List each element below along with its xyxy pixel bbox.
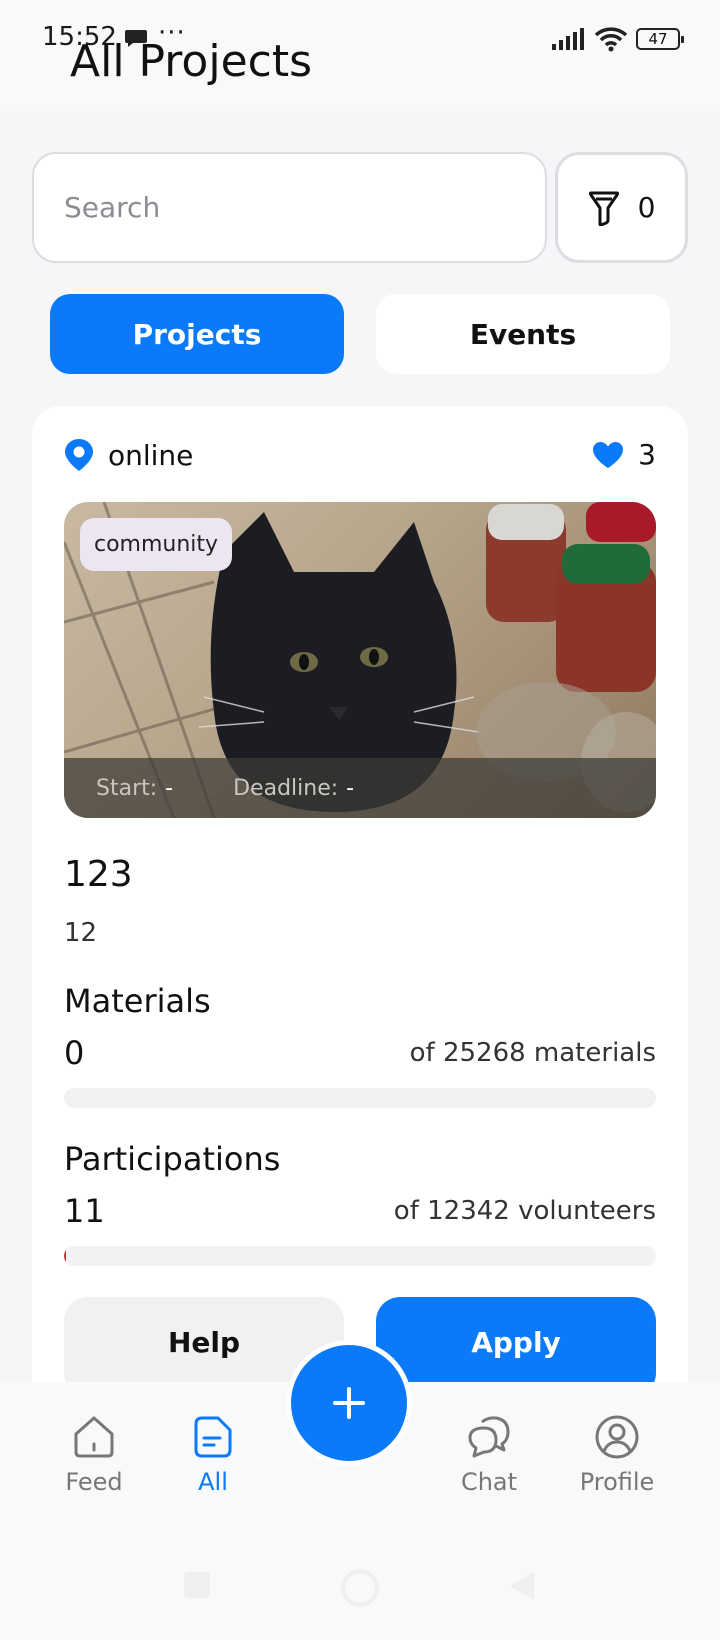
materials-total: of 25268 materials: [409, 1038, 656, 1068]
add-project-button[interactable]: [286, 1340, 412, 1466]
page-title: All Projects: [70, 36, 312, 87]
materials-heading: Materials: [64, 982, 211, 1020]
status-indicators: 47: [552, 26, 684, 52]
nav-chat-label: Chat: [460, 1468, 518, 1496]
like-button[interactable]: 3: [592, 438, 656, 471]
profile-icon: [595, 1415, 639, 1459]
like-count: 3: [638, 438, 656, 471]
home-icon: [74, 1416, 114, 1458]
project-title: 123: [64, 854, 133, 895]
filter-icon: [588, 191, 619, 226]
nav-feed-label: Feed: [65, 1468, 123, 1496]
deadline-date: Deadline: -: [233, 776, 354, 801]
document-icon: [194, 1416, 232, 1458]
materials-count: 0: [64, 1034, 85, 1072]
participations-total: of 12342 volunteers: [393, 1196, 656, 1226]
nav-all[interactable]: All: [153, 1414, 273, 1496]
location-label: online: [108, 438, 194, 472]
location-pin-icon: [65, 439, 93, 471]
search-placeholder: Search: [64, 191, 161, 224]
date-bar: Start: - Deadline: -: [64, 758, 656, 818]
plus-icon: [333, 1387, 365, 1419]
nav-profile[interactable]: Profile: [557, 1414, 677, 1496]
project-card[interactable]: online 3 community Start: - Deadline: - …: [32, 406, 688, 1406]
project-image[interactable]: community Start: - Deadline: -: [64, 502, 656, 818]
battery-level: 47: [648, 30, 668, 48]
start-label: Start:: [96, 775, 158, 801]
location-row: online: [64, 438, 193, 472]
back-button-icon[interactable]: [506, 1570, 538, 1602]
start-value: -: [165, 775, 174, 801]
project-description: 12: [64, 918, 98, 948]
participations-progress-bar: [64, 1246, 656, 1266]
home-button-icon[interactable]: [340, 1568, 380, 1608]
participations-count: 11: [64, 1192, 105, 1230]
deadline-value: -: [346, 775, 355, 801]
signal-icon: [552, 28, 584, 50]
nav-profile-label: Profile: [579, 1468, 655, 1496]
nav-feed[interactable]: Feed: [34, 1414, 154, 1496]
top-bar: 15:52 ··· All Projects 47: [0, 0, 720, 111]
search-input[interactable]: Search: [32, 152, 547, 263]
wifi-icon: [594, 27, 628, 52]
nav-all-label: All: [198, 1468, 228, 1496]
tab-projects[interactable]: Projects: [50, 294, 344, 374]
recent-apps-icon[interactable]: [182, 1570, 212, 1600]
heart-icon: [593, 441, 624, 468]
participations-progress-fill: [64, 1246, 66, 1266]
filter-button[interactable]: 0: [555, 152, 688, 263]
chat-bubbles-icon: [468, 1416, 510, 1458]
nav-chat[interactable]: Chat: [429, 1414, 549, 1496]
battery-indicator: 47: [636, 28, 684, 50]
deadline-label: Deadline:: [233, 775, 339, 801]
filter-count: 0: [637, 191, 656, 224]
start-date: Start: -: [96, 776, 173, 801]
materials-progress-bar: [64, 1088, 656, 1108]
category-tag: community: [80, 518, 233, 571]
participations-heading: Participations: [64, 1140, 281, 1178]
tab-events[interactable]: Events: [376, 294, 670, 374]
